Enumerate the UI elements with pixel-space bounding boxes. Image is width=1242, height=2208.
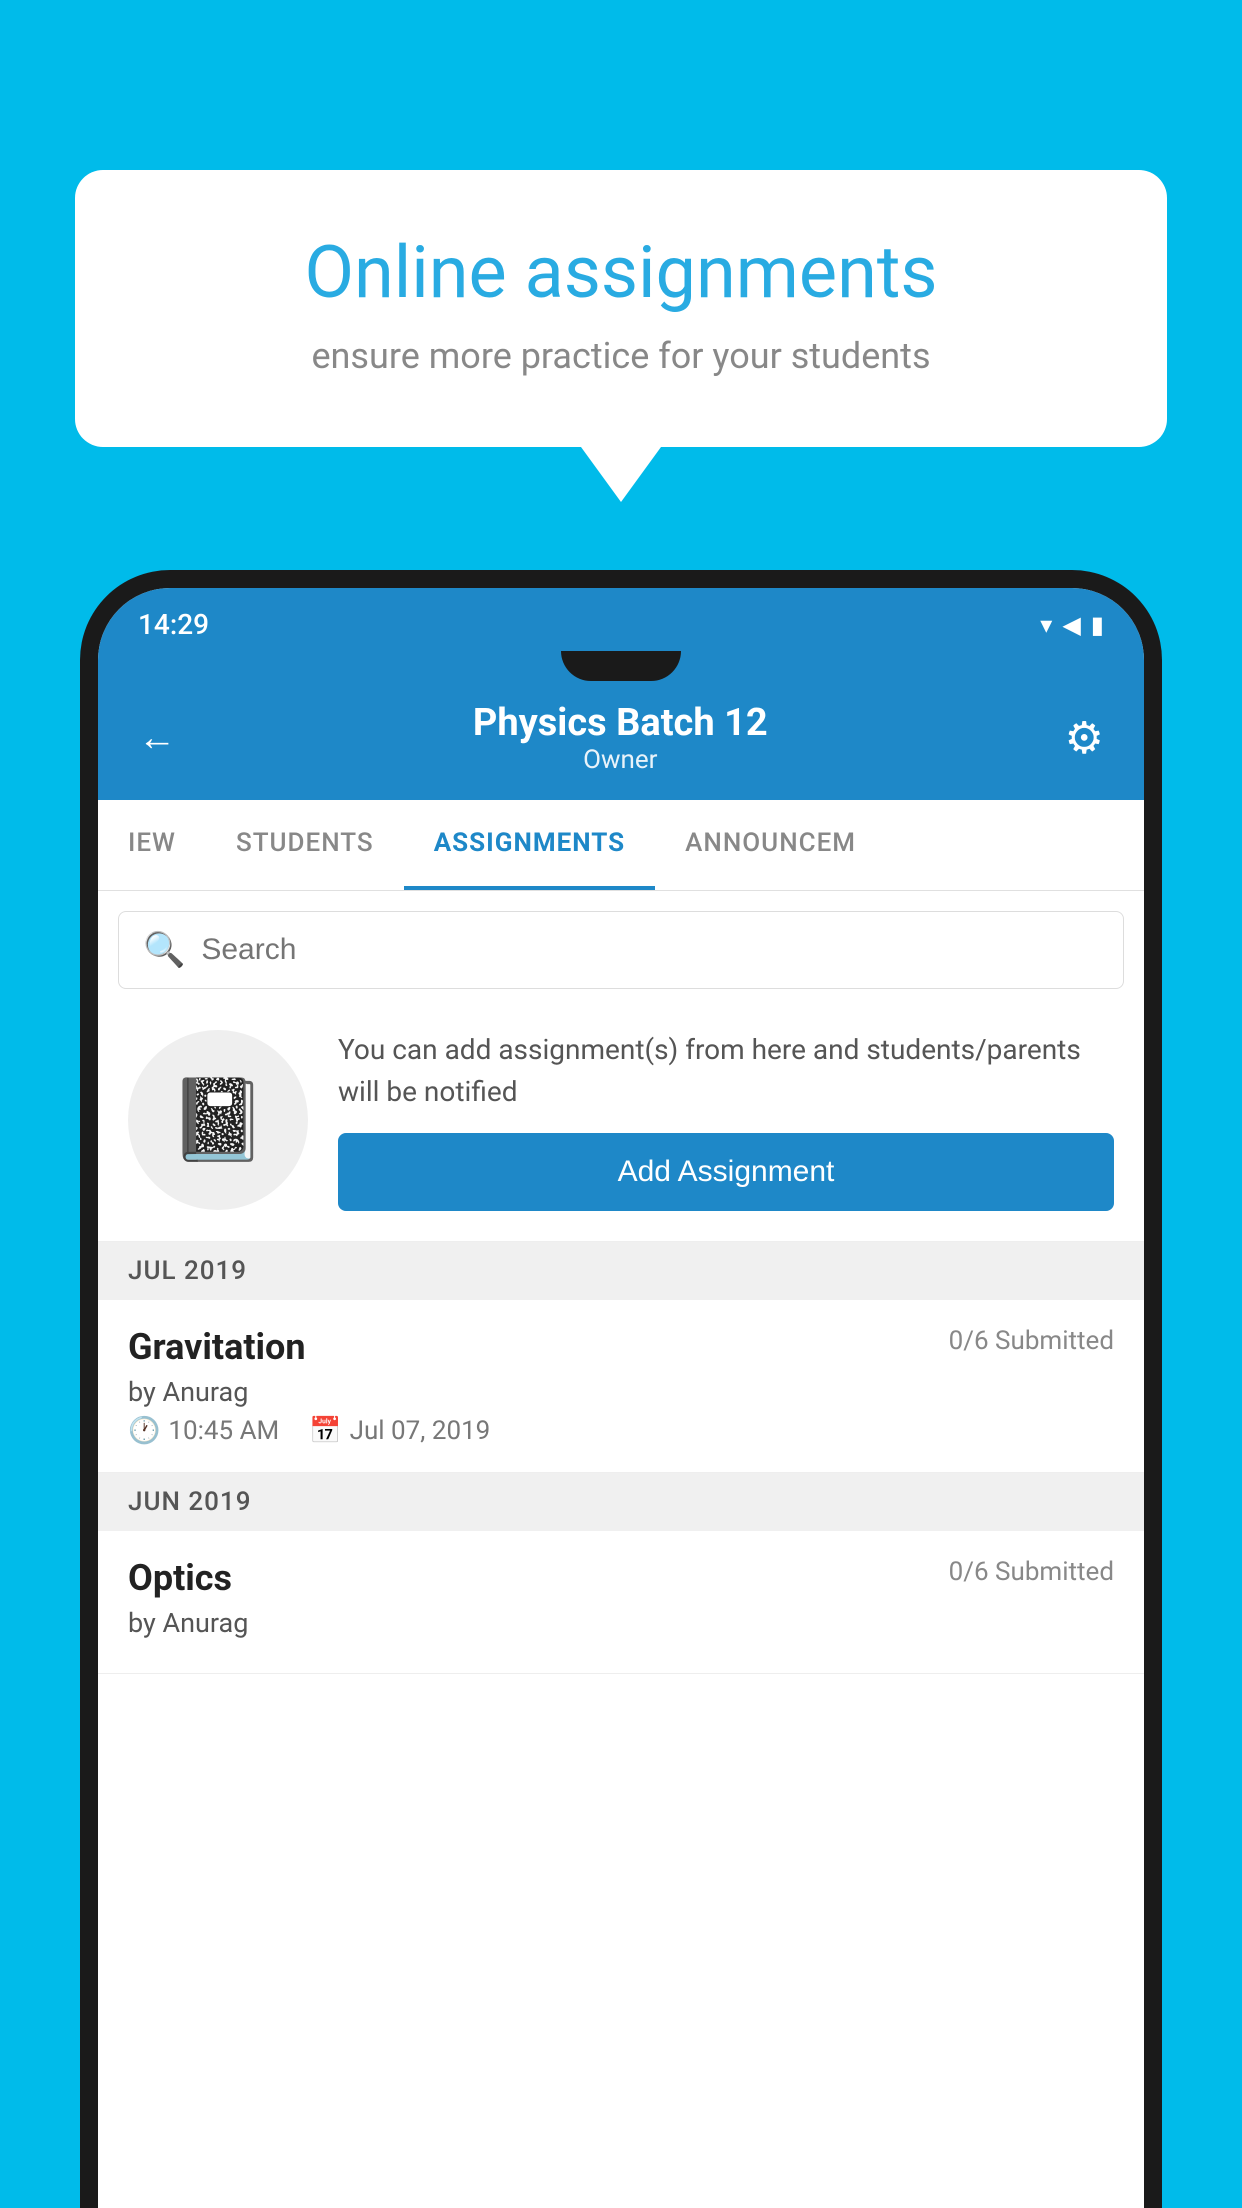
clock-icon: 🕐 [128,1416,160,1446]
tab-iew[interactable]: IEW [98,800,206,890]
assignment-optics[interactable]: Optics 0/6 Submitted by Anurag [98,1531,1144,1674]
status-time: 14:29 [138,608,209,641]
calendar-icon: 📅 [309,1416,341,1446]
speech-bubble-arrow [581,447,661,502]
content-area: 🔍 📓 You can add assignment(s) from here … [98,891,1144,2208]
info-card: 📓 You can add assignment(s) from here an… [98,999,1144,1242]
status-bar: 14:29 ▾ ◀ ▮ [98,588,1144,651]
phone-screen: 14:29 ▾ ◀ ▮ ← Physics Batch 12 Owner ⚙ I… [98,588,1144,2208]
wifi-icon: ▾ [1040,611,1052,639]
assignment-icon-circle: 📓 [128,1030,308,1210]
speech-bubble: Online assignments ensure more practice … [75,170,1167,447]
status-icons: ▾ ◀ ▮ [1040,611,1104,639]
signal-icon: ◀ [1062,611,1080,639]
batch-role: Owner [473,745,768,775]
tab-students[interactable]: STUDENTS [206,800,404,890]
notch-area [98,651,1144,681]
app-header: ← Physics Batch 12 Owner ⚙ [98,681,1144,800]
speech-bubble-title: Online assignments [145,230,1097,315]
assignment-by-gravitation: by Anurag [128,1376,1114,1408]
back-button[interactable]: ← [138,716,176,760]
search-icon: 🔍 [143,930,185,970]
assignment-date-gravitation: 📅 Jul 07, 2019 [309,1416,490,1446]
assignment-time-gravitation: 🕐 10:45 AM [128,1416,279,1446]
tab-assignments[interactable]: ASSIGNMENTS [404,800,655,890]
batch-title: Physics Batch 12 [473,701,768,745]
tab-announcements[interactable]: ANNOUNCEM [655,800,886,890]
speech-bubble-subtitle: ensure more practice for your students [145,335,1097,377]
assignment-submitted-optics: 0/6 Submitted [949,1557,1114,1587]
settings-icon[interactable]: ⚙ [1065,712,1104,764]
search-bar[interactable]: 🔍 [118,911,1124,989]
notebook-icon: 📓 [168,1073,268,1167]
info-description: You can add assignment(s) from here and … [338,1029,1114,1113]
section-jun-2019: JUN 2019 [98,1473,1144,1531]
battery-icon: ▮ [1091,611,1104,639]
assignment-meta-gravitation: 🕐 10:45 AM 📅 Jul 07, 2019 [128,1416,1114,1446]
assignment-submitted-gravitation: 0/6 Submitted [949,1326,1114,1356]
section-jul-2019: JUL 2019 [98,1242,1144,1300]
assignment-title-gravitation: Gravitation [128,1326,306,1368]
header-title-group: Physics Batch 12 Owner [473,701,768,775]
add-assignment-button[interactable]: Add Assignment [338,1133,1114,1211]
search-input[interactable] [201,933,1099,967]
assignment-title-optics: Optics [128,1557,232,1599]
info-text: You can add assignment(s) from here and … [338,1029,1114,1211]
speech-bubble-container: Online assignments ensure more practice … [75,170,1167,502]
tabs-bar: IEW STUDENTS ASSIGNMENTS ANNOUNCEM [98,800,1144,891]
assignment-gravitation[interactable]: Gravitation 0/6 Submitted by Anurag 🕐 10… [98,1300,1144,1473]
assignment-by-optics: by Anurag [128,1607,1114,1639]
phone-frame: 14:29 ▾ ◀ ▮ ← Physics Batch 12 Owner ⚙ I… [80,570,1162,2208]
notch [561,651,681,681]
